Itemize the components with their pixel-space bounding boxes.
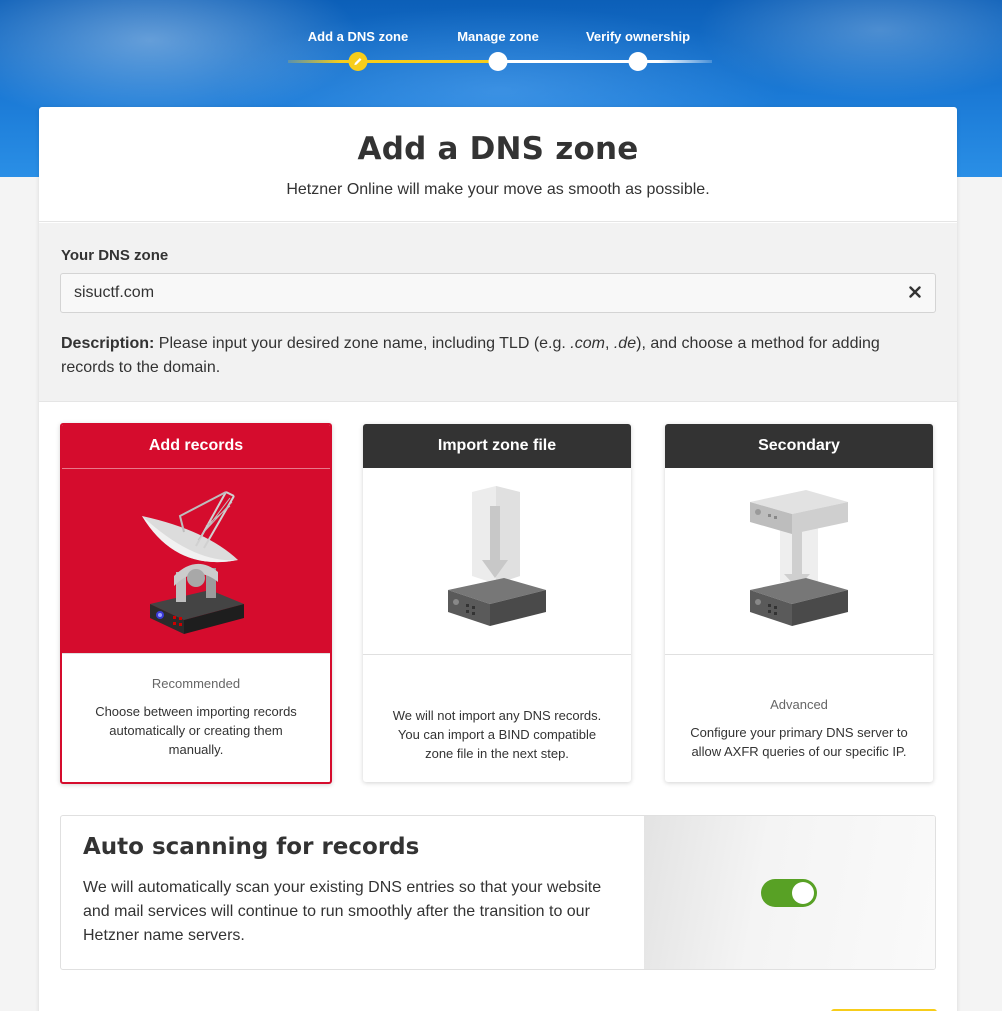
- option-tag: Advanced: [770, 697, 828, 712]
- secondary-illustration: [665, 468, 933, 655]
- option-import-zone-file[interactable]: Import zone file We will not import any …: [363, 424, 631, 782]
- import-illustration: [363, 468, 631, 655]
- option-title: Add records: [62, 425, 330, 469]
- progress-stepper: Add a DNS zone Manage zone Verify owners…: [288, 26, 712, 76]
- step-dot-manage-zone: [488, 52, 508, 71]
- zone-label: Your DNS zone: [61, 247, 169, 264]
- option-body: We will not import any DNS records. You …: [363, 655, 631, 763]
- step-dot-verify-ownership: [628, 52, 648, 71]
- close-icon: [909, 286, 921, 298]
- clear-input-button[interactable]: [907, 284, 923, 300]
- option-title: Import zone file: [363, 424, 631, 468]
- option-description: Configure your primary DNS server to all…: [690, 725, 908, 759]
- auto-scanning-panel: Auto scanning for records We will automa…: [60, 815, 936, 970]
- satellite-dish-icon: [142, 491, 244, 634]
- option-secondary[interactable]: Secondary Advanced Configure your primar…: [665, 424, 933, 782]
- option-body: Recommended Choose between importing rec…: [62, 654, 330, 759]
- zone-section: Your DNS zone sisuctf.com Description: P…: [39, 223, 957, 402]
- tld-example-de: .de: [613, 335, 637, 352]
- progress-track-remaining: [498, 60, 712, 63]
- toggle-knob: [792, 882, 814, 904]
- option-description: Choose between importing records automat…: [95, 704, 297, 757]
- option-tag: Recommended: [151, 676, 241, 691]
- import-server-icon: [448, 486, 546, 626]
- auto-scanning-title: Auto scanning for records: [83, 834, 420, 860]
- option-add-records[interactable]: Add records Recommended Choose between i…: [60, 423, 332, 784]
- zone-description: Description: Please input your desired z…: [61, 332, 936, 380]
- progress-track-done: [288, 60, 498, 63]
- tld-example-com: .com: [570, 335, 605, 352]
- auto-scanning-toggle-area: [644, 816, 935, 969]
- description-text: Please input your desired zone name, inc…: [154, 335, 571, 352]
- card-header: Add a DNS zone Hetzner Online will make …: [39, 107, 957, 222]
- option-title: Secondary: [665, 424, 933, 468]
- step-dot-add-zone: [348, 52, 368, 71]
- description-label: Description:: [61, 335, 155, 352]
- option-body: Advanced Configure your primary DNS serv…: [665, 655, 933, 761]
- satellite-dish-illustration: [62, 469, 330, 654]
- description-text: ,: [604, 335, 614, 352]
- page-subtitle: Hetzner Online will make your move as sm…: [286, 181, 710, 198]
- step-label-add-zone: Add a DNS zone: [307, 29, 409, 44]
- page-title: Add a DNS zone: [357, 131, 639, 167]
- add-zone-card: Add a DNS zone Hetzner Online will make …: [39, 107, 957, 1011]
- option-description: We will not import any DNS records. You …: [392, 708, 602, 761]
- pencil-icon: [354, 58, 362, 66]
- step-label-manage-zone: Manage zone: [457, 29, 539, 44]
- auto-scanning-description: We will automatically scan your existing…: [83, 879, 602, 944]
- step-label-verify-ownership: Verify ownership: [585, 29, 691, 44]
- auto-scanning-toggle[interactable]: [761, 879, 817, 907]
- zone-name-input[interactable]: sisuctf.com: [60, 273, 936, 313]
- secondary-servers-icon: [750, 490, 848, 626]
- zone-input-value: sisuctf.com: [74, 284, 155, 301]
